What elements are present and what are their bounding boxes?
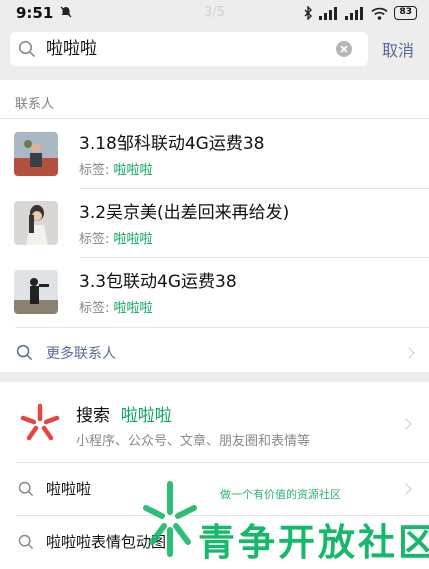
search-icon [18, 481, 33, 496]
search-input[interactable]: 啦啦啦 [10, 32, 368, 66]
wechat-search-label: 搜索 [76, 406, 110, 426]
avatar [14, 201, 58, 245]
section-divider [0, 118, 429, 119]
contact-tag: 标签: 啦啦啦 [79, 228, 153, 247]
search-bar: 啦啦啦 取消 [0, 26, 429, 74]
clear-search-button[interactable] [336, 41, 352, 57]
contact-row[interactable]: 3.2吴京美(出差回来再给发) 标签: 啦啦啦 [0, 189, 429, 257]
wechat-search-row[interactable]: 搜索 啦啦啦 小程序、公众号、文章、朋友圈和表情等 [0, 382, 429, 462]
suggestion-text: 啦啦啦表情包动图 [46, 533, 167, 551]
contacts-section: 联系人 3.18邹科联动4G运费38 标签: 啦啦啦 3.2吴京美(出差回来再给… [0, 80, 429, 372]
section-divider [15, 327, 429, 328]
wechat-search-subtitle: 小程序、公众号、文章、朋友圈和表情等 [76, 434, 311, 449]
wechat-search-title: 搜索 啦啦啦 [76, 401, 172, 426]
wechat-search-keyword: 啦啦啦 [120, 406, 172, 426]
search-icon [16, 344, 32, 360]
suggestion-row[interactable]: 啦啦啦表情包动图 [0, 516, 429, 568]
avatar [14, 270, 58, 314]
close-icon [340, 45, 348, 53]
contacts-section-label: 联系人 [15, 97, 55, 112]
search-icon [18, 40, 35, 57]
contact-row[interactable]: 3.3包联动4G运费38 标签: 啦啦啦 [0, 258, 429, 326]
cancel-button[interactable]: 取消 [382, 37, 414, 61]
contact-name: 3.18邹科联动4G运费38 [79, 134, 265, 154]
wechat-search-logo-icon [20, 403, 60, 441]
avatar [14, 132, 58, 176]
wifi-icon [371, 7, 389, 20]
suggestion-text: 啦啦啦 [46, 480, 92, 498]
tag-label: 标签: [79, 163, 114, 178]
suggestion-row[interactable]: 啦啦啦 [0, 463, 429, 515]
tag-label: 标签: [79, 301, 114, 316]
search-icon [18, 534, 33, 549]
status-icons: 83 [304, 5, 417, 21]
contact-row[interactable]: 3.18邹科联动4G运费38 标签: 啦啦啦 [0, 120, 429, 188]
chevron-right-icon [403, 347, 415, 359]
contact-name: 3.3包联动4G运费38 [79, 272, 237, 292]
chevron-right-icon [400, 483, 412, 495]
signal-icon-2 [345, 6, 364, 20]
contact-tag: 标签: 啦啦啦 [79, 159, 153, 178]
contact-name: 3.2吴京美(出差回来再给发) [79, 203, 290, 223]
contact-tag: 标签: 啦啦啦 [79, 297, 153, 316]
battery-indicator: 83 [394, 6, 417, 20]
tag-label: 标签: [79, 232, 114, 247]
more-contacts-button[interactable]: 更多联系人 [0, 334, 429, 372]
status-bar: 9:51 3/5 83 [0, 0, 429, 26]
signal-icon [319, 6, 338, 20]
web-search-section: 搜索 啦啦啦 小程序、公众号、文章、朋友圈和表情等 啦啦啦 啦啦啦表情包动图 [0, 382, 429, 569]
tag-value: 啦啦啦 [113, 163, 153, 178]
bluetooth-icon [304, 6, 313, 20]
tag-value: 啦啦啦 [113, 301, 153, 316]
chevron-right-icon [400, 418, 412, 430]
more-contacts-label: 更多联系人 [46, 346, 116, 362]
tag-value: 啦啦啦 [113, 232, 153, 247]
search-query[interactable]: 啦啦啦 [46, 37, 97, 61]
